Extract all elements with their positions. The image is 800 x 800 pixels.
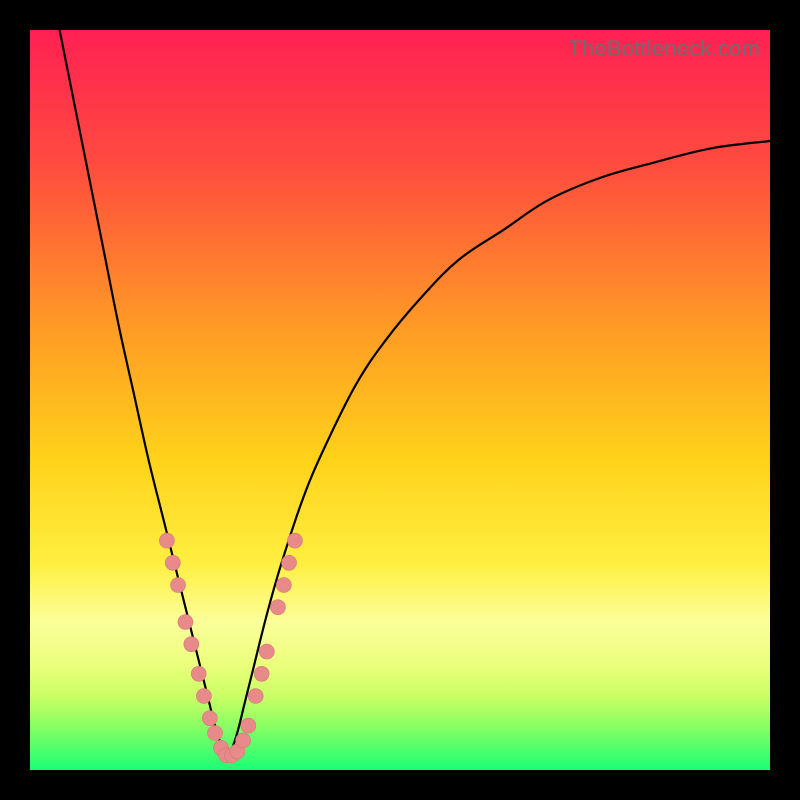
- marker-point: [241, 718, 256, 733]
- right-curve: [230, 141, 770, 755]
- marker-point: [191, 666, 206, 681]
- marker-point: [248, 689, 263, 704]
- marker-point: [236, 733, 251, 748]
- marker-point: [259, 644, 274, 659]
- marker-point: [208, 726, 223, 741]
- marker-point: [202, 711, 217, 726]
- marker-point: [270, 600, 285, 615]
- curves-layer: [30, 30, 770, 770]
- plot-area: TheBottleneck.com: [30, 30, 770, 770]
- watermark-text: TheBottleneck.com: [568, 36, 760, 62]
- marker-point: [282, 555, 297, 570]
- marker-point: [178, 615, 193, 630]
- marker-point: [165, 555, 180, 570]
- outer-frame: TheBottleneck.com: [0, 0, 800, 800]
- marker-point: [159, 533, 174, 548]
- marker-point: [196, 689, 211, 704]
- left-curve: [60, 30, 230, 755]
- marker-point: [171, 578, 186, 593]
- marker-point: [287, 533, 302, 548]
- marker-point: [184, 637, 199, 652]
- marker-point: [254, 666, 269, 681]
- marker-point: [276, 578, 291, 593]
